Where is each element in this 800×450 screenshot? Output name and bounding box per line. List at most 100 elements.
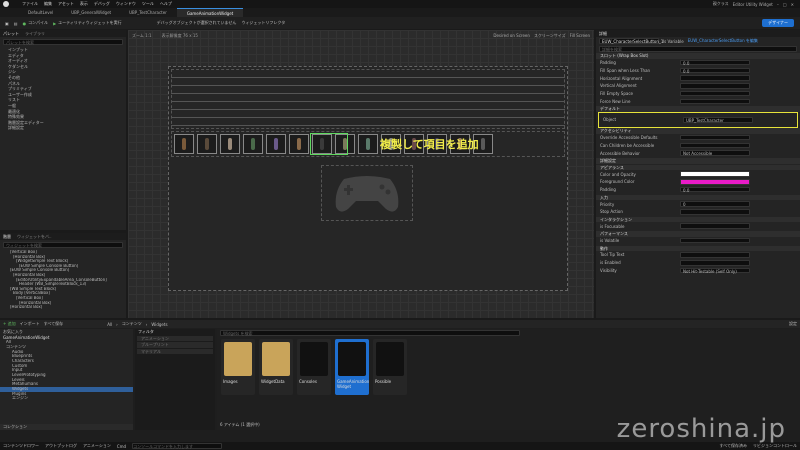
browse-icon[interactable]: ▤ bbox=[14, 21, 18, 26]
hierarchy-search-input[interactable]: ウィジェットを検索 bbox=[3, 242, 123, 248]
details-row-value[interactable] bbox=[680, 179, 750, 185]
details-row: Padding 0.0 bbox=[596, 59, 800, 67]
breadcrumb-content[interactable]: コンテンツ bbox=[122, 321, 142, 327]
palette-panel: パレット ライブラリ パレットを検索 インプット エディタ オーディオ ケダンセル ジシ… bbox=[0, 30, 126, 230]
details-row: is Focusable bbox=[596, 222, 800, 230]
character-select-button[interactable] bbox=[220, 134, 240, 154]
palette-category[interactable]: 詳細設定 bbox=[4, 125, 122, 131]
tab-test-character[interactable]: UBP_TestCharacter bbox=[121, 8, 175, 17]
asset-tile[interactable]: Consoles bbox=[297, 339, 331, 395]
asset-tile[interactable]: Possible bbox=[373, 339, 407, 395]
hierarchy-item[interactable]: [Horizontal Box] bbox=[4, 305, 122, 310]
details-row-value[interactable] bbox=[680, 223, 750, 229]
details-row-value[interactable] bbox=[680, 171, 750, 177]
unreal-logo-icon[interactable] bbox=[3, 1, 9, 7]
filter-item[interactable]: マテリアル bbox=[137, 348, 213, 355]
asset-search-input[interactable]: Widgets を検索 bbox=[220, 330, 520, 336]
widget-canvas[interactable] bbox=[168, 66, 568, 291]
screen-size-dropdown[interactable]: スクリーンサイズ bbox=[534, 33, 566, 39]
character-select-button[interactable] bbox=[197, 134, 217, 154]
details-row-value[interactable] bbox=[680, 260, 750, 266]
details-row-value[interactable]: 0 bbox=[680, 201, 750, 207]
palette-tab[interactable]: パレット bbox=[3, 31, 19, 37]
run-utility-button[interactable]: ▶ ユーティリティウィジェットを実行 bbox=[53, 20, 122, 26]
debug-object-dropdown[interactable]: デバッグオブジェクトが選択されていません bbox=[157, 20, 237, 26]
menu-window[interactable]: ウィンドウ bbox=[116, 1, 136, 7]
details-search-input[interactable]: 詳細を検索 bbox=[599, 46, 797, 52]
tab-general-widget[interactable]: UBP_GeneralWidget bbox=[63, 8, 119, 17]
character-select-button[interactable] bbox=[243, 134, 263, 154]
menu-asset[interactable]: アセット bbox=[58, 1, 74, 7]
details-section-header[interactable]: 詳細設定 bbox=[596, 157, 800, 164]
library-tab[interactable]: ライブラリ bbox=[25, 31, 45, 37]
palette-search-input[interactable]: パレットを検索 bbox=[3, 39, 123, 45]
add-button[interactable]: + 追加 bbox=[3, 321, 16, 327]
asset-tile[interactable]: Images bbox=[221, 339, 255, 395]
output-log-button[interactable]: アウトプットログ bbox=[45, 443, 77, 449]
filter-item[interactable]: ブループリント bbox=[137, 342, 213, 348]
content-drawer-button[interactable]: コンテンツドロワー bbox=[3, 443, 39, 449]
designer-button[interactable]: デザイナー bbox=[762, 19, 794, 27]
details-row-value[interactable] bbox=[680, 134, 750, 141]
details-row-value[interactable]: 0.0 bbox=[680, 67, 750, 74]
menu-file[interactable]: ファイル bbox=[22, 1, 38, 7]
selected-character-button[interactable] bbox=[310, 133, 348, 155]
animation-button[interactable]: アニメーション bbox=[83, 443, 111, 449]
details-row-value[interactable]: 0.0 bbox=[680, 59, 750, 66]
character-select-button[interactable] bbox=[174, 134, 194, 154]
menu-edit[interactable]: 編集 bbox=[44, 1, 52, 7]
details-row-value[interactable] bbox=[680, 75, 750, 81]
breadcrumb-widgets[interactable]: Widgets bbox=[151, 322, 167, 327]
details-row-value[interactable] bbox=[680, 209, 750, 215]
details-row-value[interactable] bbox=[680, 252, 750, 258]
widget-reflector-button[interactable]: ウィジェットリフレクタ bbox=[241, 20, 285, 26]
asset-tile[interactable]: GameAnimation Widget bbox=[335, 339, 369, 395]
designer-viewport[interactable]: ズーム 1:1 表示解像度 76 x 15 Desired on Screen … bbox=[128, 30, 594, 318]
edit-class-link[interactable]: EUW_CharacterSelectButton を編集 bbox=[688, 38, 758, 44]
character-select-button[interactable] bbox=[266, 134, 286, 154]
maximize-icon[interactable]: □ bbox=[783, 2, 787, 7]
import-button[interactable]: インポート bbox=[20, 321, 40, 327]
character-select-button[interactable] bbox=[358, 134, 378, 154]
filter-item[interactable]: アニメーション bbox=[137, 335, 213, 342]
details-row-value[interactable] bbox=[680, 237, 750, 244]
tab-default-level[interactable]: DefaultLevel bbox=[20, 8, 61, 17]
details-row-value[interactable]: 0.0 bbox=[680, 186, 750, 193]
details-row-value[interactable]: Not Accessible bbox=[680, 150, 750, 156]
details-row-value[interactable] bbox=[680, 98, 750, 105]
bind-widgets-tab[interactable]: ウィジェットをバ.. bbox=[17, 234, 52, 240]
compile-button[interactable]: ● コンパイル bbox=[23, 20, 49, 26]
character-select-button[interactable] bbox=[289, 134, 309, 154]
details-section-header[interactable]: デフォルト bbox=[596, 106, 800, 112]
widget-name-field[interactable]: EUW_CharacterSelectButton_1 bbox=[599, 38, 663, 44]
close-icon[interactable]: ✕ bbox=[791, 2, 794, 7]
details-row-label: Override Accessible Defaults bbox=[600, 134, 658, 140]
save-icon[interactable]: ▣ bbox=[5, 21, 9, 26]
folder-tree-item[interactable]: エンジン bbox=[0, 396, 133, 401]
details-row-value[interactable] bbox=[680, 142, 750, 148]
console-command-input[interactable]: コンソールコマンドを入力します bbox=[132, 443, 223, 449]
cmd-dropdown[interactable]: Cmd bbox=[117, 444, 126, 449]
details-row-value[interactable] bbox=[680, 90, 750, 97]
menu-view[interactable]: 表示 bbox=[80, 1, 88, 7]
menu-help[interactable]: ヘルプ bbox=[160, 1, 172, 7]
details-row-value[interactable] bbox=[680, 83, 750, 89]
is-variable-checkbox[interactable]: Is Variable bbox=[663, 39, 684, 44]
minimize-icon[interactable]: – bbox=[777, 2, 779, 7]
details-tab[interactable]: 詳細 bbox=[599, 31, 607, 37]
details-row-value[interactable]: Not Hit-Testable (Self Only) bbox=[680, 267, 750, 274]
breadcrumb-all[interactable]: All bbox=[107, 322, 112, 327]
fill-screen-dropdown[interactable]: Fill Screen bbox=[570, 33, 590, 38]
menu-debug[interactable]: デバッグ bbox=[94, 1, 110, 7]
save-all-button[interactable]: すべて保存 bbox=[44, 321, 64, 327]
hierarchy-tab[interactable]: 階層 bbox=[3, 234, 11, 240]
asset-tile[interactable]: WidgetData bbox=[259, 339, 293, 395]
tab-game-animation-widget[interactable]: GameAnimationWidget bbox=[176, 8, 244, 17]
mode-dropdown[interactable]: Desired on Screen bbox=[493, 33, 530, 38]
app-tag: Editor Utility Widget bbox=[732, 1, 773, 7]
details-row-value[interactable]: UBP_TestCharacter bbox=[683, 117, 753, 123]
collection-header[interactable]: コレクション bbox=[0, 424, 133, 430]
details-row-label: Foreground Color bbox=[600, 179, 635, 185]
settings-button[interactable]: 設定 bbox=[789, 321, 797, 327]
menu-tools[interactable]: ツール bbox=[142, 1, 154, 7]
